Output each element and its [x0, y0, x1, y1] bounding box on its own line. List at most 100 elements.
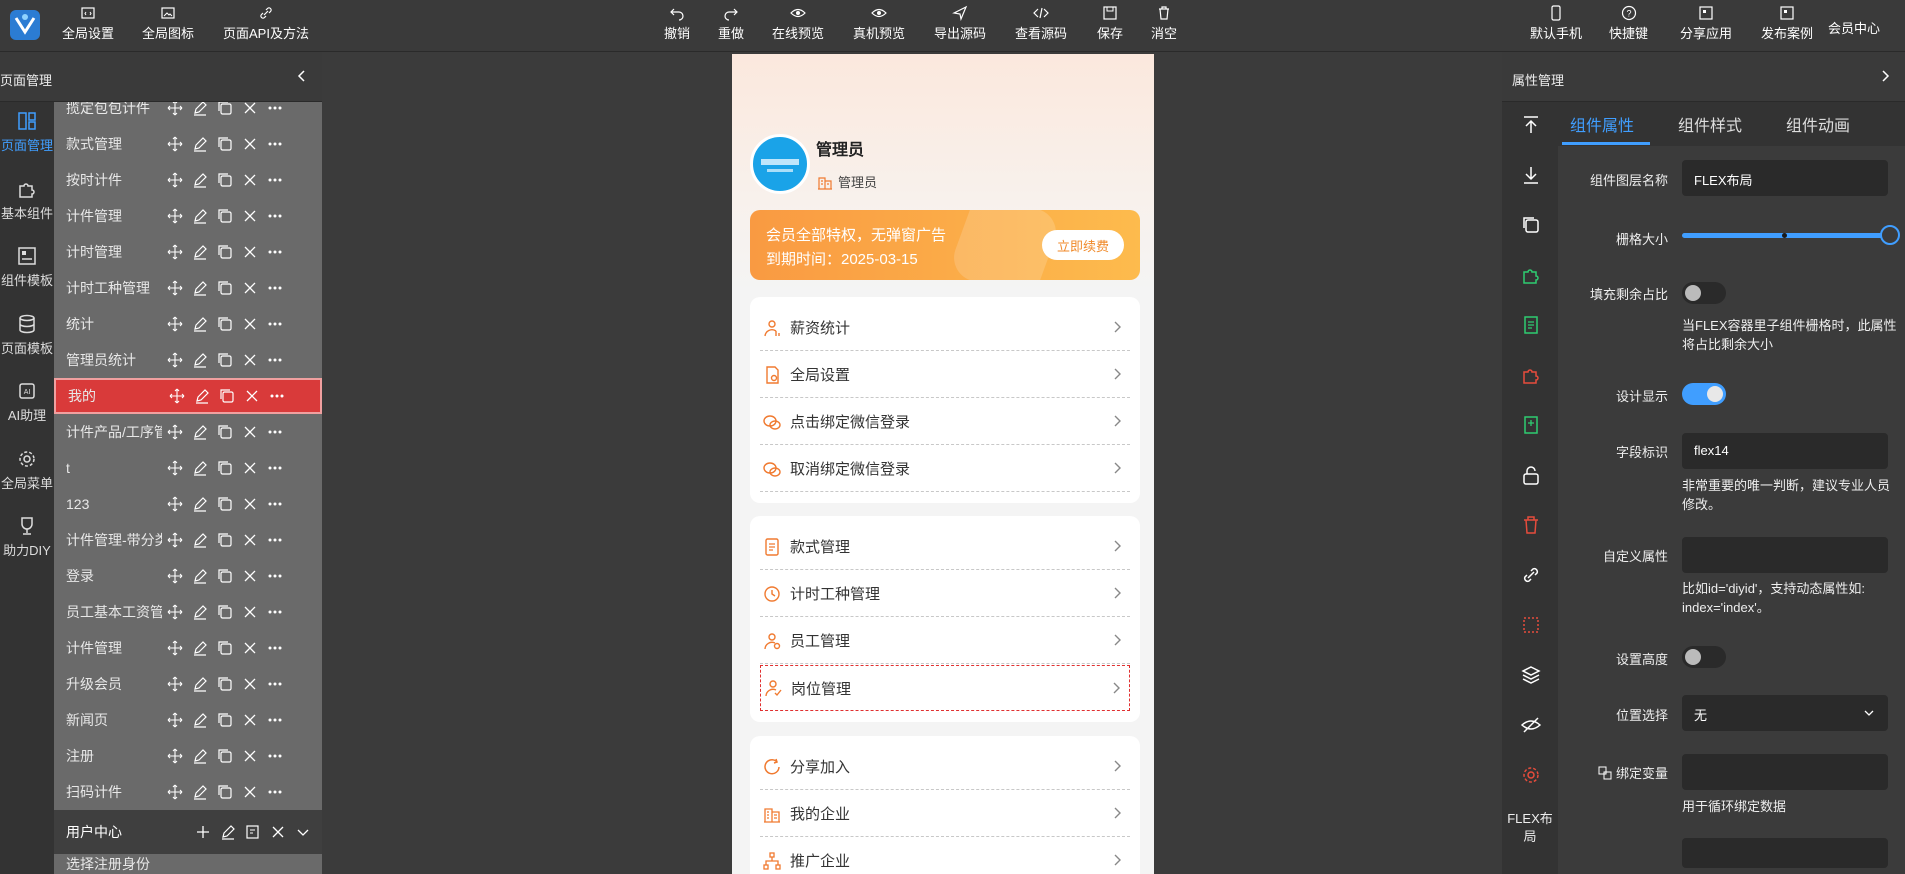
- page-item[interactable]: 计件产品/工序管: [54, 414, 322, 450]
- edit-icon[interactable]: [191, 279, 209, 297]
- slider-handle[interactable]: [1880, 225, 1900, 245]
- copy-icon[interactable]: [216, 423, 234, 441]
- more-icon[interactable]: [266, 603, 284, 621]
- online-preview-button[interactable]: 在线预览: [772, 5, 824, 42]
- move-icon[interactable]: [166, 783, 184, 801]
- menu-item[interactable]: 分享加入: [760, 744, 1130, 790]
- copy-icon[interactable]: [216, 603, 234, 621]
- page-item[interactable]: 计件管理: [54, 198, 322, 234]
- add-page-icon[interactable]: [244, 823, 262, 841]
- nav-help-diy[interactable]: 助力DIY: [0, 515, 54, 559]
- move-icon[interactable]: [166, 495, 184, 513]
- menu-item[interactable]: 员工管理: [760, 618, 1130, 664]
- move-icon[interactable]: [166, 747, 184, 765]
- move-icon[interactable]: [166, 279, 184, 297]
- move-bottom-icon[interactable]: [1520, 164, 1542, 186]
- edit-icon[interactable]: [191, 135, 209, 153]
- close-icon[interactable]: [241, 279, 259, 297]
- more-icon[interactable]: [266, 135, 284, 153]
- edit-icon[interactable]: [191, 675, 209, 693]
- edit-icon[interactable]: [191, 747, 209, 765]
- more-icon[interactable]: [268, 387, 286, 405]
- close-icon[interactable]: [241, 783, 259, 801]
- more-icon[interactable]: [266, 675, 284, 693]
- more-icon[interactable]: [266, 423, 284, 441]
- more-icon[interactable]: [266, 495, 284, 513]
- copy-icon[interactable]: [216, 711, 234, 729]
- copy-icon[interactable]: [216, 567, 234, 585]
- close-icon[interactable]: [241, 243, 259, 261]
- copy-icon[interactable]: [216, 747, 234, 765]
- design-show-toggle[interactable]: [1682, 383, 1726, 405]
- select-area-icon[interactable]: [1520, 614, 1542, 636]
- more-icon[interactable]: [266, 747, 284, 765]
- edit-icon[interactable]: [191, 243, 209, 261]
- move-icon[interactable]: [166, 171, 184, 189]
- close-icon[interactable]: [241, 135, 259, 153]
- page-item[interactable]: 计时管理: [54, 234, 322, 270]
- page-api-button[interactable]: 页面API及方法: [223, 5, 309, 42]
- page-item[interactable]: 计件管理-带分类: [54, 522, 322, 558]
- move-icon[interactable]: [166, 207, 184, 225]
- more-icon[interactable]: [266, 711, 284, 729]
- page-item[interactable]: 计时工种管理: [54, 270, 322, 306]
- copy-icon[interactable]: [216, 459, 234, 477]
- more-icon[interactable]: [266, 567, 284, 585]
- nav-global-menu[interactable]: 全局菜单: [0, 448, 54, 492]
- fill-ratio-toggle[interactable]: [1682, 282, 1726, 304]
- undo-button[interactable]: 撤销: [664, 5, 690, 42]
- edit-icon[interactable]: [191, 423, 209, 441]
- custom-attr-input[interactable]: [1682, 537, 1888, 573]
- page-item[interactable]: 注册: [54, 738, 322, 774]
- layer-name-input[interactable]: FLEX布局: [1682, 160, 1888, 196]
- page-item[interactable]: 揽定包包计件: [54, 102, 322, 126]
- delete-icon[interactable]: [1520, 514, 1542, 536]
- copy-icon[interactable]: [216, 315, 234, 333]
- more-icon[interactable]: [266, 531, 284, 549]
- edit-icon[interactable]: [191, 495, 209, 513]
- edit-icon[interactable]: [191, 351, 209, 369]
- close-icon[interactable]: [241, 567, 259, 585]
- page-item[interactable]: 升级会员: [54, 666, 322, 702]
- page-item[interactable]: 管理员统计: [54, 342, 322, 378]
- nav-component-templates[interactable]: 组件模板: [0, 245, 54, 289]
- more-icon[interactable]: [266, 102, 284, 117]
- add-icon[interactable]: [194, 823, 212, 841]
- layers-icon[interactable]: [1520, 664, 1542, 686]
- close-icon[interactable]: [241, 531, 259, 549]
- edit-icon[interactable]: [193, 387, 211, 405]
- copy-icon[interactable]: [216, 675, 234, 693]
- page-group-user-center[interactable]: 用户中心: [54, 810, 322, 854]
- copy-icon[interactable]: [216, 495, 234, 513]
- move-top-icon[interactable]: [1520, 114, 1542, 136]
- more-icon[interactable]: [266, 639, 284, 657]
- publish-case-button[interactable]: 发布案例: [1761, 5, 1813, 42]
- more-icon[interactable]: [266, 351, 284, 369]
- shortcut-button[interactable]: ? 快捷键: [1609, 5, 1648, 42]
- copy-icon[interactable]: [216, 207, 234, 225]
- page-item[interactable]: 计件管理: [54, 630, 322, 666]
- copy-icon[interactable]: [216, 279, 234, 297]
- more-icon[interactable]: [266, 459, 284, 477]
- clear-button[interactable]: 消空: [1151, 5, 1177, 42]
- page-item[interactable]: t: [54, 450, 322, 486]
- move-icon[interactable]: [166, 423, 184, 441]
- page-item[interactable]: 我的: [54, 378, 322, 414]
- page-item[interactable]: 扫码计件: [54, 774, 322, 810]
- close-icon[interactable]: [241, 603, 259, 621]
- edit-icon[interactable]: [191, 531, 209, 549]
- more-icon[interactable]: [266, 171, 284, 189]
- page-item[interactable]: 123: [54, 486, 322, 522]
- menu-item[interactable]: 推广企业: [760, 838, 1130, 874]
- edit-icon[interactable]: [191, 639, 209, 657]
- edit-icon[interactable]: [219, 823, 237, 841]
- copy-icon[interactable]: [216, 531, 234, 549]
- move-icon[interactable]: [166, 459, 184, 477]
- copy-icon[interactable]: [216, 171, 234, 189]
- more-icon[interactable]: [266, 279, 284, 297]
- menu-item[interactable]: 薪资统计: [760, 305, 1130, 351]
- close-icon[interactable]: [241, 351, 259, 369]
- bind-var-input[interactable]: [1682, 754, 1888, 790]
- close-icon[interactable]: [241, 675, 259, 693]
- link-icon[interactable]: [1520, 564, 1542, 586]
